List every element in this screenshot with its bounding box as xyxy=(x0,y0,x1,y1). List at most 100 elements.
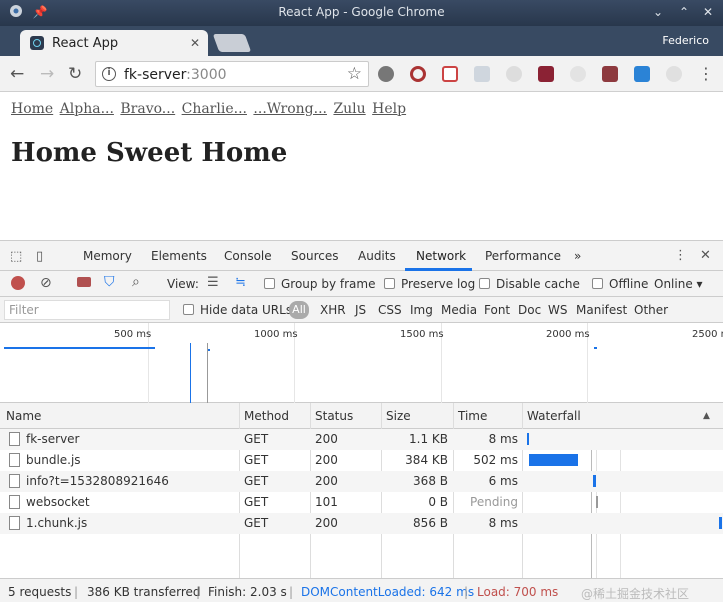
tab-memory[interactable]: Memory xyxy=(83,249,132,263)
cell-method: GET xyxy=(244,474,269,488)
devtools-menu-icon[interactable]: ⋮ xyxy=(674,248,687,263)
tab-network[interactable]: Network xyxy=(416,249,466,263)
link-charlie[interactable]: Charlie... xyxy=(182,101,247,117)
filter-img[interactable]: Img xyxy=(410,303,433,317)
filter-input[interactable]: Filter xyxy=(4,300,170,320)
col-status[interactable]: Status xyxy=(315,409,353,423)
extension-google-icon[interactable] xyxy=(666,66,682,82)
tab-title: React App xyxy=(52,35,119,51)
col-method[interactable]: Method xyxy=(244,409,289,423)
overview-tick: 2500 ms xyxy=(692,329,723,340)
extension-puzzle-icon[interactable] xyxy=(538,66,554,82)
back-icon[interactable]: ← xyxy=(10,64,24,84)
extension-cors-icon[interactable] xyxy=(602,66,618,82)
filter-media[interactable]: Media xyxy=(441,303,477,317)
filter-other[interactable]: Other xyxy=(634,303,668,317)
filter-css[interactable]: CSS xyxy=(378,303,402,317)
more-tabs-icon[interactable]: » xyxy=(574,249,581,263)
tab-sources[interactable]: Sources xyxy=(291,249,338,263)
extension-swirl-icon[interactable] xyxy=(570,66,586,82)
devtools-panel: ⬚ ▯ Memory Elements Console Sources Audi… xyxy=(0,240,723,602)
table-row[interactable]: 1.chunk.js GET 200 856 B 8 ms xyxy=(0,513,723,534)
extension-gmail-icon[interactable] xyxy=(442,66,458,82)
search-icon[interactable]: ⌕ xyxy=(132,274,140,290)
col-name[interactable]: Name xyxy=(6,409,41,423)
maximize-icon[interactable]: ⌃ xyxy=(676,4,692,20)
link-alpha[interactable]: Alpha... xyxy=(60,101,114,117)
filter-all[interactable]: All xyxy=(289,301,309,319)
clear-icon[interactable]: ⊘ xyxy=(40,275,52,291)
overview-tick: 1500 ms xyxy=(400,329,444,340)
offline-checkbox[interactable]: Offline xyxy=(592,277,648,291)
link-home[interactable]: Home xyxy=(11,101,53,117)
col-waterfall[interactable]: Waterfall xyxy=(527,409,581,423)
filter-js[interactable]: JS xyxy=(355,303,366,317)
forward-icon[interactable]: → xyxy=(40,64,54,84)
preserve-log-checkbox[interactable]: Preserve log xyxy=(384,277,475,291)
cell-size: 856 B xyxy=(413,516,448,530)
browser-tab[interactable]: React App ✕ xyxy=(20,30,208,56)
table-row[interactable]: websocket GET 101 0 B Pending xyxy=(0,492,723,513)
tab-audits[interactable]: Audits xyxy=(358,249,396,263)
table-row[interactable]: bundle.js GET 200 384 KB 502 ms xyxy=(0,450,723,471)
view-label: View: xyxy=(167,277,199,291)
reload-icon[interactable]: ↻ xyxy=(68,64,82,84)
sort-asc-icon[interactable]: ▲ xyxy=(703,411,710,421)
tab-close-icon[interactable]: ✕ xyxy=(190,36,200,50)
extension-gear-icon[interactable] xyxy=(378,66,394,82)
col-size[interactable]: Size xyxy=(386,409,411,423)
device-toolbar-icon[interactable]: ▯ xyxy=(36,249,43,264)
group-by-frame-checkbox[interactable]: Group by frame xyxy=(264,277,375,291)
extension-circle-icon[interactable] xyxy=(506,66,522,82)
link-wrong[interactable]: ...Wrong... xyxy=(253,101,327,117)
filter-xhr[interactable]: XHR xyxy=(320,303,346,317)
menu-icon[interactable]: ⋮ xyxy=(698,64,714,84)
extension-dropbox-icon[interactable] xyxy=(474,66,490,82)
link-help[interactable]: Help xyxy=(372,101,406,117)
extension-s-icon[interactable] xyxy=(634,66,650,82)
page-heading: Home Sweet Home xyxy=(11,138,288,168)
link-bravo[interactable]: Bravo... xyxy=(120,101,175,117)
col-time[interactable]: Time xyxy=(458,409,487,423)
devtools-close-icon[interactable]: ✕ xyxy=(700,248,711,263)
tab-strip: React App ✕ Federico xyxy=(0,26,723,56)
minimize-icon[interactable]: ⌄ xyxy=(650,4,666,20)
waterfall-view-icon[interactable]: ≒ xyxy=(235,275,246,290)
url-text: fk-server:3000 xyxy=(124,67,227,83)
extension-opera-icon[interactable] xyxy=(410,66,426,82)
request-count: 5 requests xyxy=(8,585,72,599)
filter-font[interactable]: Font xyxy=(484,303,510,317)
link-zulu[interactable]: Zulu xyxy=(333,101,365,117)
devtools-tab-bar: ⬚ ▯ Memory Elements Console Sources Audi… xyxy=(0,241,723,271)
throttling-select[interactable]: Online ▾ xyxy=(654,277,703,291)
file-icon xyxy=(9,474,20,488)
address-bar[interactable]: i fk-server:3000 ☆ xyxy=(95,61,369,87)
tab-performance[interactable]: Performance xyxy=(485,249,561,263)
close-window-icon[interactable]: ✕ xyxy=(700,4,716,20)
waterfall-bar xyxy=(719,517,722,529)
screenshot-capture-icon[interactable] xyxy=(77,277,91,287)
cell-size: 384 KB xyxy=(405,453,448,467)
inspect-element-icon[interactable]: ⬚ xyxy=(10,249,22,264)
new-tab-button[interactable] xyxy=(212,34,252,52)
cell-name: 1.chunk.js xyxy=(26,516,88,530)
overview-tick: 1000 ms xyxy=(254,329,298,340)
filter-ws[interactable]: WS xyxy=(548,303,567,317)
disable-cache-checkbox[interactable]: Disable cache xyxy=(479,277,580,291)
cell-size: 0 B xyxy=(428,495,448,509)
record-icon[interactable] xyxy=(11,276,25,290)
profile-name[interactable]: Federico xyxy=(662,34,709,47)
tab-elements[interactable]: Elements xyxy=(151,249,207,263)
info-icon[interactable]: i xyxy=(102,67,116,81)
large-rows-icon[interactable]: ☰ xyxy=(207,275,219,290)
tab-console[interactable]: Console xyxy=(224,249,272,263)
filter-doc[interactable]: Doc xyxy=(518,303,541,317)
filter-manifest[interactable]: Manifest xyxy=(576,303,627,317)
table-row[interactable]: info?t=1532808921646 GET 200 368 B 6 ms xyxy=(0,471,723,492)
nav-links: Home Alpha... Bravo... Charlie... ...Wro… xyxy=(11,101,408,117)
network-overview[interactable]: 500 ms 1000 ms 1500 ms 2000 ms 2500 ms xyxy=(0,323,723,403)
table-row[interactable]: fk-server GET 200 1.1 KB 8 ms xyxy=(0,429,723,450)
hide-data-urls-checkbox[interactable]: Hide data URLs xyxy=(183,303,292,317)
filter-icon[interactable]: ⛉ xyxy=(104,274,115,290)
bookmark-star-icon[interactable]: ☆ xyxy=(347,64,362,84)
